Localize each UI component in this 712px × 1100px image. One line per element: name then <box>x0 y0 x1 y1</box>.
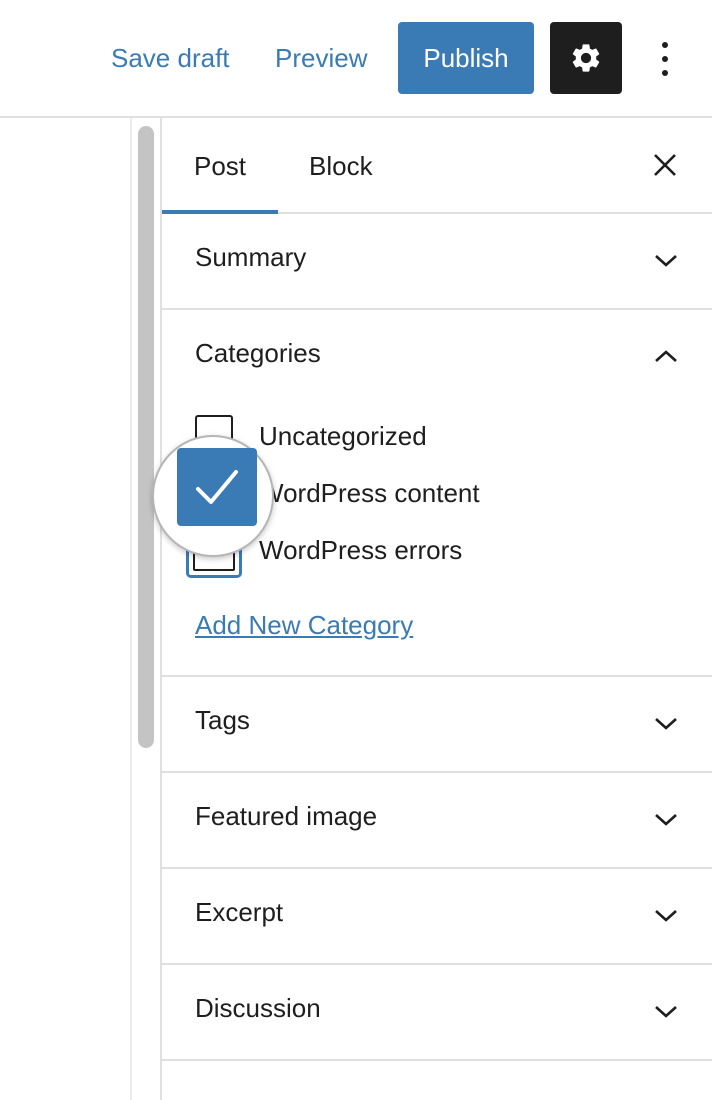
panel-summary-title: Summary <box>195 242 307 272</box>
panel-summary[interactable]: Summary <box>162 214 712 310</box>
panel-discussion-title: Discussion <box>195 993 321 1023</box>
category-row-wordpress-errors[interactable]: WordPress errors <box>195 529 675 569</box>
vertical-ellipsis-icon <box>662 42 668 76</box>
editor-top-toolbar: Save draft Preview Publish <box>0 0 712 118</box>
category-checkbox-wordpress-content[interactable] <box>177 448 257 526</box>
chevron-down-icon <box>655 255 677 267</box>
editor-page: Save draft Preview Publish Post Block Su… <box>0 0 712 1100</box>
gear-icon <box>572 44 600 72</box>
category-label-uncategorized: Uncategorized <box>259 421 427 451</box>
panel-discussion[interactable]: Discussion <box>162 965 712 1061</box>
save-draft-button[interactable]: Save draft <box>111 38 230 78</box>
tab-block[interactable]: Block <box>309 118 373 212</box>
checkmark-icon <box>196 470 238 504</box>
panel-tags[interactable]: Tags <box>162 677 712 773</box>
category-label-wordpress-errors: WordPress errors <box>259 535 463 565</box>
close-icon <box>654 154 676 176</box>
more-options-button[interactable] <box>648 34 682 84</box>
preview-button[interactable]: Preview <box>275 38 367 78</box>
category-row-uncategorized[interactable]: Uncategorized <box>195 415 675 455</box>
panel-featured-image[interactable]: Featured image <box>162 773 712 869</box>
editor-canvas[interactable] <box>0 118 131 1100</box>
chevron-down-icon <box>655 910 677 922</box>
panel-categories-title: Categories <box>195 338 321 368</box>
sidebar-tabs: Post Block <box>162 118 712 214</box>
panel-tags-title: Tags <box>195 705 250 735</box>
chevron-up-icon <box>655 350 677 362</box>
chevron-down-icon <box>655 814 677 826</box>
panel-excerpt-title: Excerpt <box>195 897 284 927</box>
category-label-wordpress-content: WordPress content <box>259 478 480 508</box>
chevron-down-icon <box>655 1006 677 1018</box>
settings-sidebar: Post Block Summary Categories Add New Ca… <box>162 118 712 1100</box>
scrollbar-thumb[interactable] <box>138 126 154 748</box>
publish-button[interactable]: Publish <box>398 22 534 94</box>
close-sidebar-button[interactable] <box>652 152 678 178</box>
panel-categories-header[interactable]: Categories <box>162 310 712 406</box>
add-new-category-link[interactable]: Add New Category <box>195 610 413 641</box>
panel-excerpt[interactable]: Excerpt <box>162 869 712 965</box>
chevron-down-icon <box>655 718 677 730</box>
settings-button[interactable] <box>550 22 622 94</box>
panel-featured-image-title: Featured image <box>195 801 378 831</box>
tab-post[interactable]: Post <box>162 118 278 214</box>
tab-post-label: Post <box>193 151 247 181</box>
